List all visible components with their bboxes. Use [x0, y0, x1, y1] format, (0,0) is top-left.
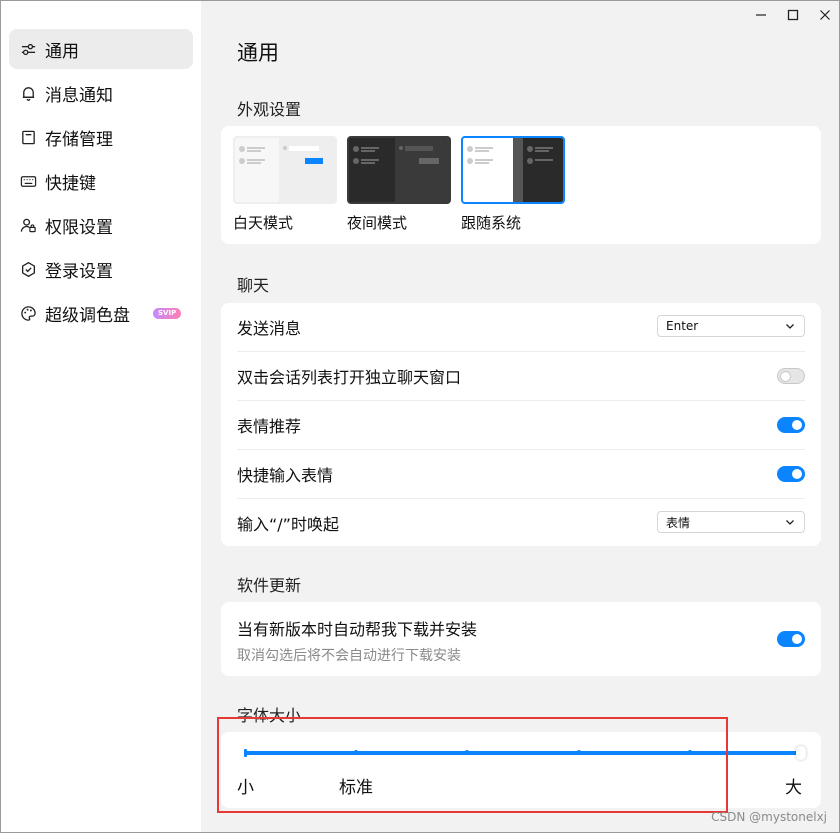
keyboard-icon	[19, 172, 37, 190]
sidebar: 通用 消息通知 存储管理 快捷键 权限设置 登录设置 超级调色盘 SVIP	[1, 1, 201, 832]
minimize-icon	[756, 14, 766, 16]
sidebar-item-permissions[interactable]: 权限设置	[9, 205, 193, 245]
double-click-row: 双击会话列表打开独立聊天窗口	[237, 352, 805, 400]
light-theme-preview	[233, 136, 337, 204]
sidebar-item-storage[interactable]: 存储管理	[9, 117, 193, 157]
update-section-title: 软件更新	[237, 576, 302, 595]
toggle-knob	[792, 420, 802, 430]
emoji-recommend-label: 表情推荐	[237, 417, 302, 436]
quick-emoji-toggle[interactable]	[777, 466, 805, 482]
theme-option-light[interactable]: 白天模式	[233, 136, 337, 233]
sliders-icon	[19, 40, 37, 58]
font-size-section-title: 字体大小	[237, 706, 302, 725]
emoji-recommend-toggle[interactable]	[777, 417, 805, 433]
send-message-select[interactable]: Enter	[657, 315, 805, 337]
theme-option-dark[interactable]: 夜间模式	[347, 136, 451, 233]
sidebar-item-general[interactable]: 通用	[9, 29, 193, 69]
folder-icon	[19, 128, 37, 146]
auto-update-label: 当有新版本时自动帮我下载并安装	[237, 620, 478, 639]
watermark: CSDN @mystonelxj	[711, 810, 827, 824]
toggle-knob	[792, 469, 802, 479]
double-click-label: 双击会话列表打开独立聊天窗口	[237, 368, 462, 387]
font-size-card: 小 标准 大	[221, 732, 821, 808]
maximize-button[interactable]	[785, 7, 801, 23]
close-button[interactable]	[817, 7, 833, 23]
theme-label: 跟随系统	[461, 214, 522, 232]
settings-window: 通用 消息通知 存储管理 快捷键 权限设置 登录设置 超级调色盘 SVIP 通用…	[0, 0, 840, 833]
appearance-section-title: 外观设置	[237, 100, 302, 119]
send-message-value: Enter	[666, 319, 699, 333]
chat-card: 发送消息 Enter 双击会话列表打开独立聊天窗口 表情推荐 快捷输入表情 输入…	[221, 303, 821, 546]
chat-section-title: 聊天	[237, 276, 270, 295]
user-lock-icon	[19, 216, 37, 234]
slider-tick	[687, 750, 692, 754]
font-size-max-label: 大	[785, 778, 802, 798]
send-message-label: 发送消息	[237, 319, 302, 338]
sidebar-item-label: 权限设置	[45, 217, 113, 238]
theme-label: 白天模式	[233, 214, 294, 232]
sidebar-item-label: 通用	[45, 41, 79, 62]
emoji-recommend-row: 表情推荐	[237, 401, 805, 449]
font-size-min-label: 小	[237, 778, 254, 798]
sidebar-item-label: 登录设置	[45, 261, 113, 282]
theme-option-system[interactable]: 跟随系统	[461, 136, 565, 233]
slider-tick	[243, 749, 247, 757]
slider-tick	[576, 750, 581, 754]
slash-invoke-value: 表情	[666, 515, 691, 530]
sidebar-item-shortcuts[interactable]: 快捷键	[9, 161, 193, 201]
theme-label: 夜间模式	[347, 214, 408, 232]
dark-theme-preview	[347, 136, 451, 204]
auto-update-toggle[interactable]	[777, 631, 805, 647]
hexagon-icon	[19, 260, 37, 278]
sidebar-item-login[interactable]: 登录设置	[9, 249, 193, 289]
auto-update-sub: 取消勾选后将不会自动进行下载安装	[237, 648, 461, 664]
slider-fill	[245, 751, 801, 755]
chevron-down-icon	[786, 520, 794, 525]
main-panel: 通用 外观设置 白天模式 夜间模式 跟随系统 聊天 发送消息 Enter 双击会…	[201, 1, 839, 832]
system-theme-preview	[461, 136, 565, 204]
bell-icon	[19, 84, 37, 102]
slash-invoke-select[interactable]: 表情	[657, 511, 805, 533]
palette-icon	[19, 304, 37, 322]
update-card: 当有新版本时自动帮我下载并安装 取消勾选后将不会自动进行下载安装	[221, 602, 821, 676]
sidebar-item-palette[interactable]: 超级调色盘 SVIP	[9, 293, 193, 333]
maximize-icon	[787, 9, 799, 21]
slider-thumb[interactable]	[796, 746, 806, 760]
sidebar-item-notifications[interactable]: 消息通知	[9, 73, 193, 113]
slash-invoke-label: 输入“/”时唤起	[237, 514, 339, 534]
toggle-knob	[780, 371, 791, 382]
page-title: 通用	[237, 41, 279, 65]
quick-emoji-label: 快捷输入表情	[237, 466, 334, 485]
close-icon	[820, 10, 830, 20]
toggle-knob	[792, 634, 802, 644]
sidebar-item-label: 超级调色盘	[45, 305, 130, 326]
svip-badge: SVIP	[153, 307, 182, 319]
appearance-card: 白天模式 夜间模式 跟随系统	[221, 126, 821, 244]
quick-emoji-row: 快捷输入表情	[237, 450, 805, 498]
chevron-down-icon	[786, 324, 794, 329]
sidebar-item-label: 消息通知	[45, 85, 113, 106]
sidebar-item-label: 快捷键	[45, 173, 96, 194]
font-size-standard-label: 标准	[339, 778, 373, 798]
double-click-toggle[interactable]	[777, 368, 805, 384]
sidebar-item-label: 存储管理	[45, 129, 113, 150]
minimize-button[interactable]	[753, 7, 769, 23]
font-size-slider[interactable]	[243, 746, 806, 760]
